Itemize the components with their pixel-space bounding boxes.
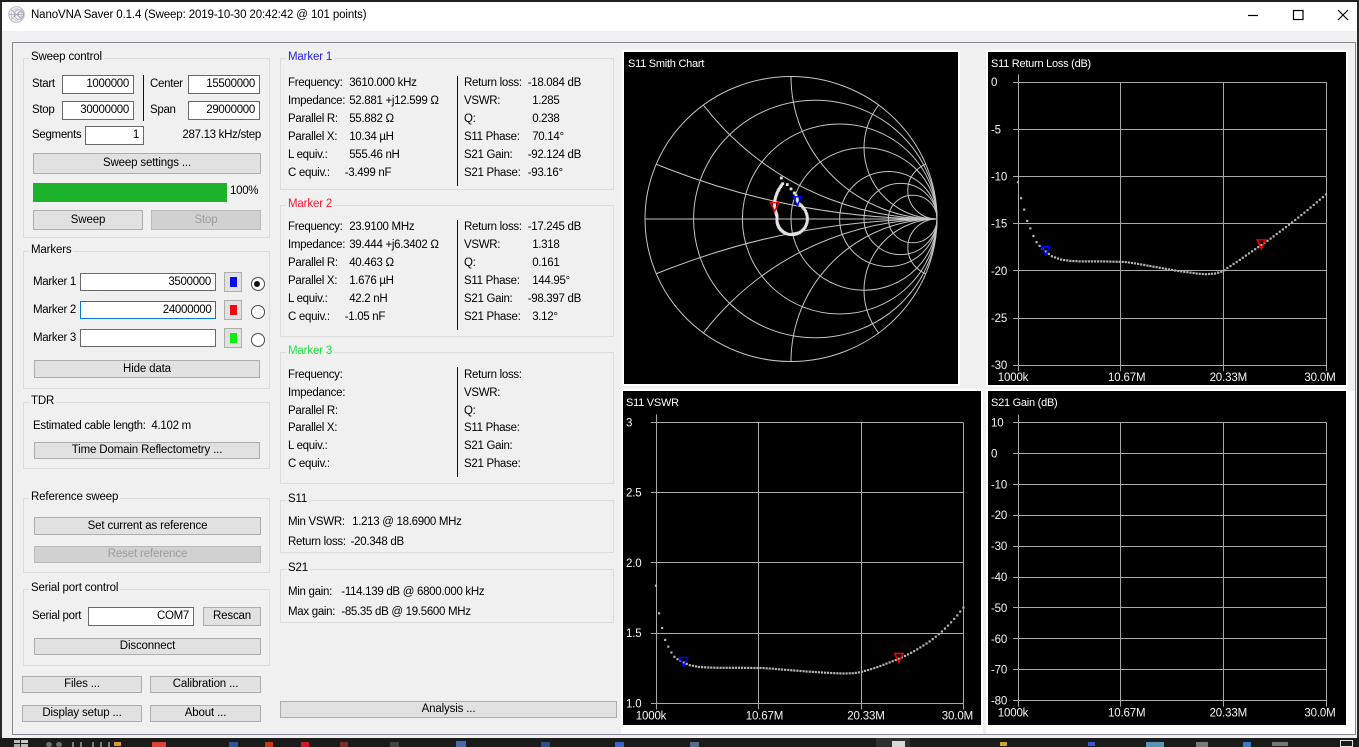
svg-text:-25: -25 xyxy=(991,313,1007,325)
svg-text:20.33M: 20.33M xyxy=(1210,708,1247,720)
svg-text:-10: -10 xyxy=(991,172,1007,184)
svg-text:20.33M: 20.33M xyxy=(1210,372,1247,384)
svg-text:S21 Gain (dB): S21 Gain (dB) xyxy=(991,397,1057,409)
svg-text:-5: -5 xyxy=(991,124,1001,136)
svg-text:-70: -70 xyxy=(991,665,1007,677)
svg-text:-15: -15 xyxy=(991,219,1007,231)
svg-text:1000k: 1000k xyxy=(998,708,1029,720)
svg-text:0: 0 xyxy=(991,448,997,460)
svg-text:3: 3 xyxy=(626,418,632,430)
svg-text:30.0M: 30.0M xyxy=(1304,708,1335,720)
svg-text:S11 VSWR: S11 VSWR xyxy=(626,397,679,409)
svg-text:0: 0 xyxy=(991,77,997,89)
svg-text:1000k: 1000k xyxy=(636,710,667,722)
svg-text:1000k: 1000k xyxy=(998,372,1029,384)
svg-text:-20: -20 xyxy=(991,266,1007,278)
svg-text:2.0: 2.0 xyxy=(626,558,642,570)
svg-text:20.33M: 20.33M xyxy=(847,710,884,722)
svg-text:-30: -30 xyxy=(991,360,1007,372)
svg-text:S11 Smith Chart: S11 Smith Chart xyxy=(628,58,704,70)
svg-text:10.67M: 10.67M xyxy=(746,710,783,722)
svg-text:-40: -40 xyxy=(991,572,1007,584)
svg-text:-20: -20 xyxy=(991,510,1007,522)
svg-text:30.0M: 30.0M xyxy=(1304,372,1335,384)
svg-text:-10: -10 xyxy=(991,479,1007,491)
svg-text:-60: -60 xyxy=(991,634,1007,646)
svg-text:-30: -30 xyxy=(991,541,1007,553)
svg-text:1.5: 1.5 xyxy=(626,628,642,640)
svg-text:2.5: 2.5 xyxy=(626,488,642,500)
svg-text:-80: -80 xyxy=(991,696,1007,708)
svg-text:1.0: 1.0 xyxy=(626,698,642,710)
svg-text:10.67M: 10.67M xyxy=(1108,372,1145,384)
svg-text:10: 10 xyxy=(991,418,1004,430)
svg-text:S11 Return Loss (dB): S11 Return Loss (dB) xyxy=(991,58,1091,70)
svg-text:30.0M: 30.0M xyxy=(942,710,973,722)
svg-text:-50: -50 xyxy=(991,603,1007,615)
svg-text:10.67M: 10.67M xyxy=(1108,708,1145,720)
